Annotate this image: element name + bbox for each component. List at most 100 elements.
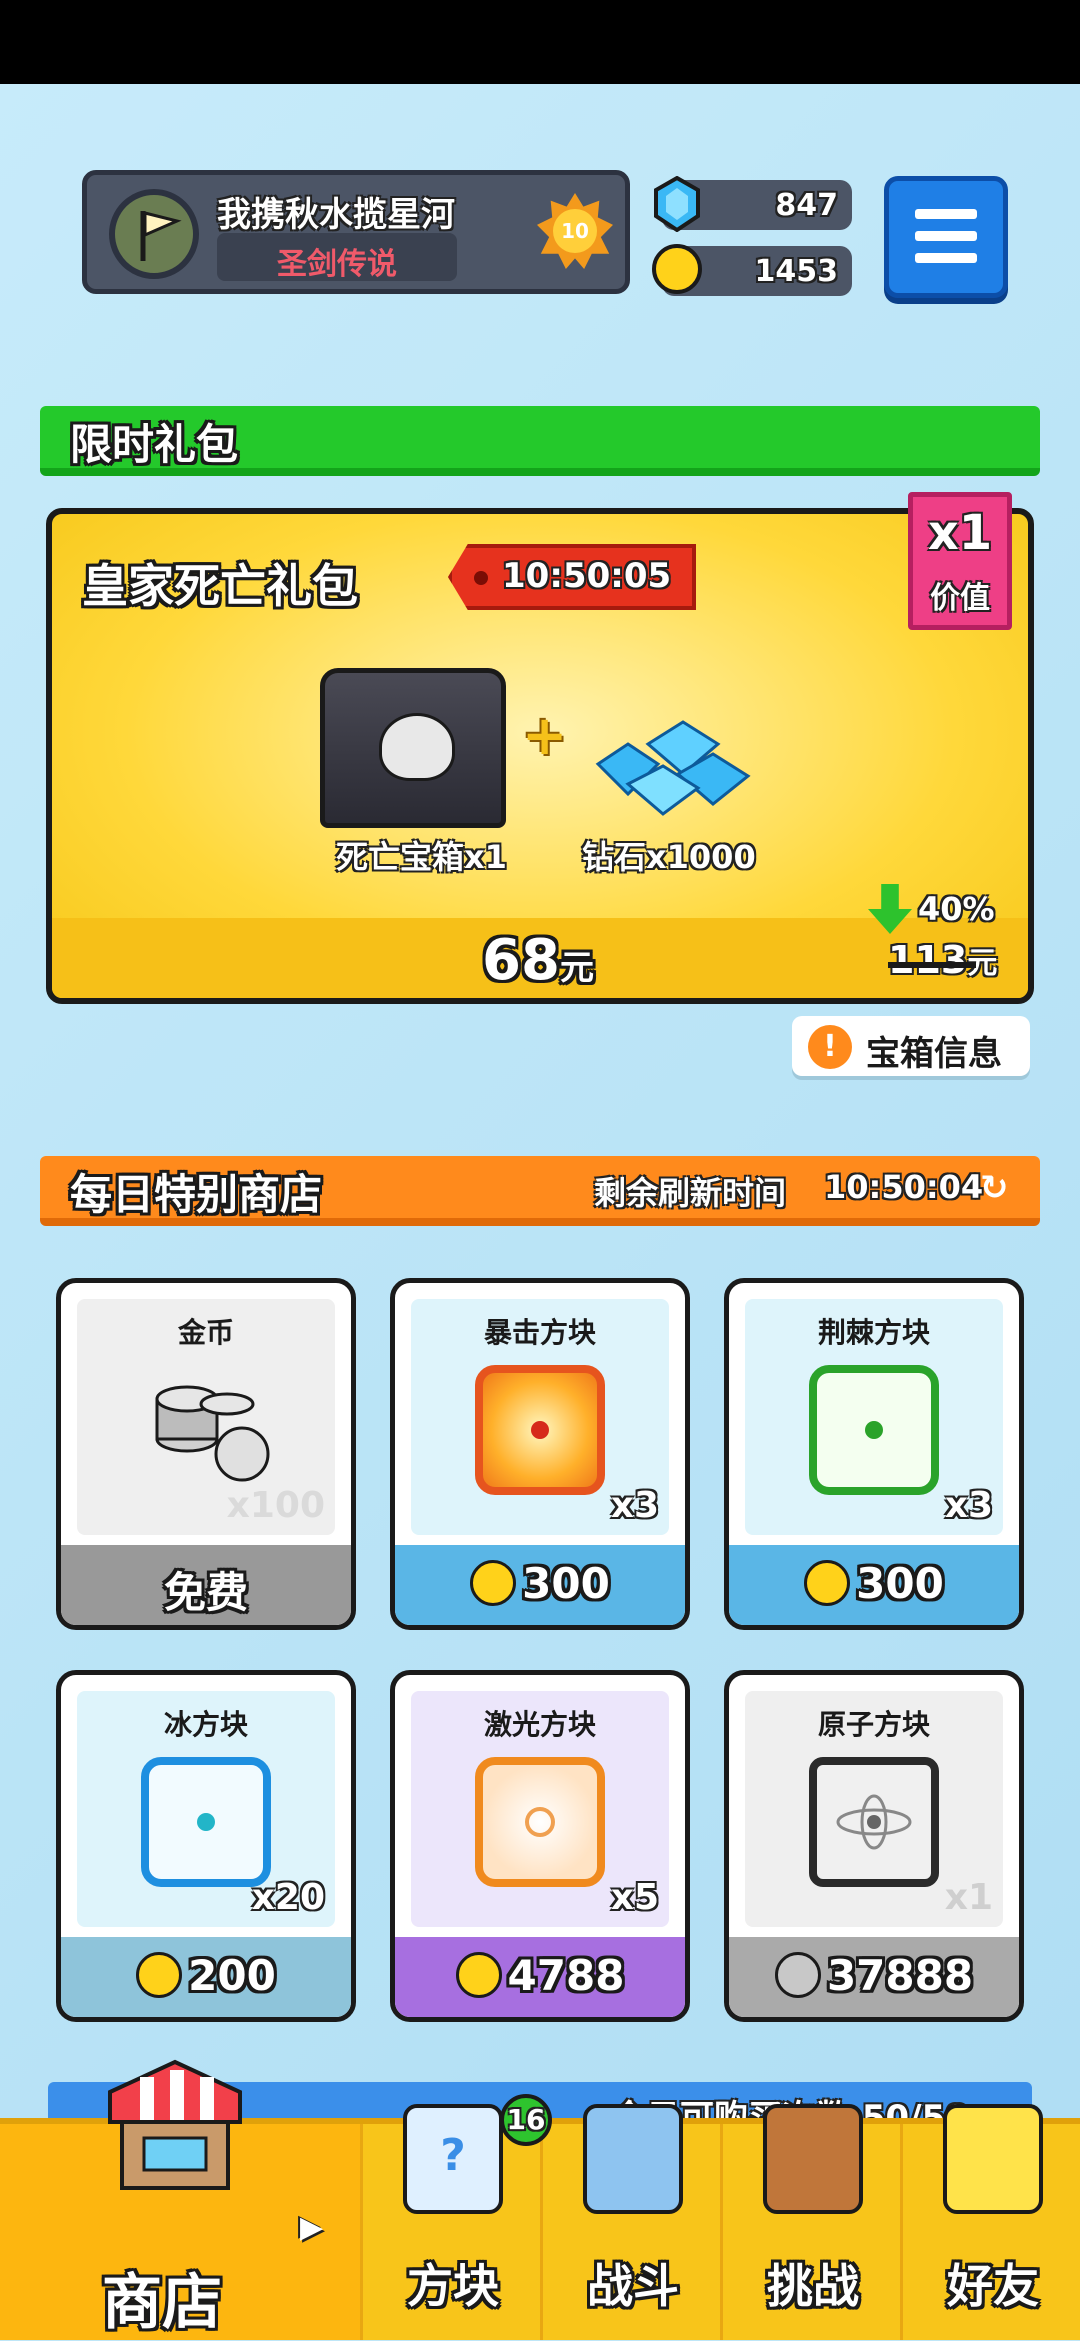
ice-dot [197,1813,215,1831]
nav-tab-shop[interactable]: 商店 ▶ [0,2059,360,2340]
coin-count: 1453 [754,254,839,289]
laser-block-icon [475,1757,605,1887]
rank-level: 10 [553,209,597,253]
coin-icon [652,244,702,294]
shop-item-coins[interactable]: 金币 x100 免费 [56,1278,356,1630]
item-name: 激光方块 [483,1708,596,1741]
death-chest-icon [320,668,506,828]
atom-block-icon [809,1757,939,1887]
item-price-bar[interactable]: 300 [395,1545,685,1625]
bottom-nav: 商店 ▶ ? 方块 战斗 挑战 好友 [0,2059,1080,2340]
shop-item-laser-block[interactable]: 激光方块 x5 4788 [390,1670,690,2022]
plus-sign: + [522,704,568,767]
item-name: 荆棘方块 [817,1316,930,1349]
item-price-bar[interactable]: 免费 [61,1545,351,1625]
diamond-item-label: 钻石x1000 [582,838,756,876]
nav-shop-label: 商店 [102,2268,222,2338]
crit-block-icon [475,1365,605,1495]
nav-tab-friends[interactable]: 好友 [900,2104,1080,2340]
shop-item-atom-block[interactable]: 原子方块 x1 37888 [724,1670,1024,2022]
royal-death-gift-pack[interactable]: 皇家死亡礼包 10:50:05 + 死亡宝箱x1 钻石x1000 68元 40%… [46,508,1034,1004]
shop-item-ice-block[interactable]: 冰方块 x20 200 [56,1670,356,2022]
item-price-value: 200 [188,1951,276,2000]
nav-blocks-label: 方块 [407,2259,499,2313]
item-quantity: x5 [610,1877,659,1918]
sword-shield-icon [583,2104,683,2214]
item-price-bar[interactable]: 200 [61,1937,351,2017]
item-quantity: x3 [610,1485,659,1526]
item-panel: 激光方块 x5 [411,1691,669,1927]
item-price-value: 4788 [507,1951,625,2000]
item-price-value: 300 [522,1559,610,1608]
item-name: 原子方块 [817,1708,930,1741]
limited-offer-title: 限时礼包 [70,420,239,469]
item-price-value: 300 [856,1559,944,1608]
player-avatar[interactable] [109,189,199,279]
player-title: 圣剑传说 [277,247,397,282]
diamond-pile-icon [578,704,758,824]
refresh-icon[interactable]: ↻ [980,1168,1009,1208]
player-profile-card[interactable]: 我携秋水揽星河 圣剑传说 10 [82,170,630,294]
daily-shop-title: 每日特别商店 [70,1170,323,1219]
shop-item-crit-block[interactable]: 暴击方块 x3 300 [390,1278,690,1630]
thorn-block-icon [809,1365,939,1495]
item-price-bar[interactable]: 37888 [729,1937,1019,2017]
item-panel: 冰方块 x20 [77,1691,335,1927]
item-name: 金币 [177,1316,234,1349]
nav-tab-blocks[interactable]: ? 方块 [360,2104,540,2340]
gift-price-unit: 元 [559,948,594,988]
item-price-bar[interactable]: 4788 [395,1937,685,2017]
gift-price-value: 68 [482,928,560,993]
refresh-timer: 10:50:04 [824,1168,984,1206]
chest-item-label: 死亡宝箱x1 [336,838,507,876]
laser-target [525,1807,555,1837]
value-label: 价值 [930,581,990,616]
player-title-box: 圣剑传说 [217,233,457,282]
item-price: 300 [729,1559,1019,1610]
original-price-value: 113 [888,938,968,982]
skull-icon [379,713,455,781]
chest-info-button[interactable]: ! 宝箱信息 [792,1016,1030,1076]
item-price: 4788 [395,1951,685,2002]
item-price-bar[interactable]: 300 [729,1545,1019,1625]
item-quantity: x100 [226,1485,325,1526]
status-bar [0,0,1080,84]
item-quantity: x20 [251,1877,325,1918]
flag-icon [140,211,182,261]
limited-offer-header: 限时礼包 [40,406,1040,476]
blocks-notification-badge: 16 [500,2094,552,2146]
coin-icon [804,1559,851,1606]
thorn-dot [865,1421,883,1439]
shop-stall-icon [100,2052,250,2202]
mystery-block-icon: ? [403,2104,503,2214]
exclamation-icon: ! [808,1025,852,1069]
nav-challenge-label: 挑战 [767,2259,859,2313]
friend-character-icon [943,2104,1043,2214]
shop-item-thorn-block[interactable]: 荆棘方块 x3 300 [724,1278,1024,1630]
ice-block-icon [141,1757,271,1887]
item-quantity: x3 [944,1485,993,1526]
arrow-right-icon: ▶ [300,2210,324,2245]
gift-price-bar: 68元 40% 113元 [52,884,1028,998]
coin-icon [136,1951,183,1998]
gift-timer-tag: 10:50:05 [448,544,696,610]
value-multiplier: x1 [927,505,993,561]
item-price: 免费 [163,1568,248,1617]
menu-button[interactable] [884,176,1008,298]
signpost-icon [763,2104,863,2214]
timer-dot-icon [474,571,488,585]
coin-icon [470,1559,517,1606]
item-quantity: x1 [944,1877,993,1918]
question-mark-icon: ? [440,2130,466,2181]
item-panel: 金币 x100 [77,1299,335,1535]
discount-arrow-icon [868,884,912,934]
gift-price: 68元 [482,928,594,993]
item-panel: 原子方块 x1 [745,1691,1003,1927]
nav-tab-challenge[interactable]: 挑战 [720,2104,900,2340]
crit-dot [531,1421,549,1439]
refresh-label: 剩余刷新时间 [594,1174,787,1212]
silver-coins-icon [155,1385,270,1482]
daily-shop-header: 每日特别商店 剩余刷新时间 10:50:04 ↻ [40,1156,1040,1226]
nav-tab-battle[interactable]: 战斗 [540,2104,720,2340]
value-badge: x1 价值 [908,492,1012,630]
